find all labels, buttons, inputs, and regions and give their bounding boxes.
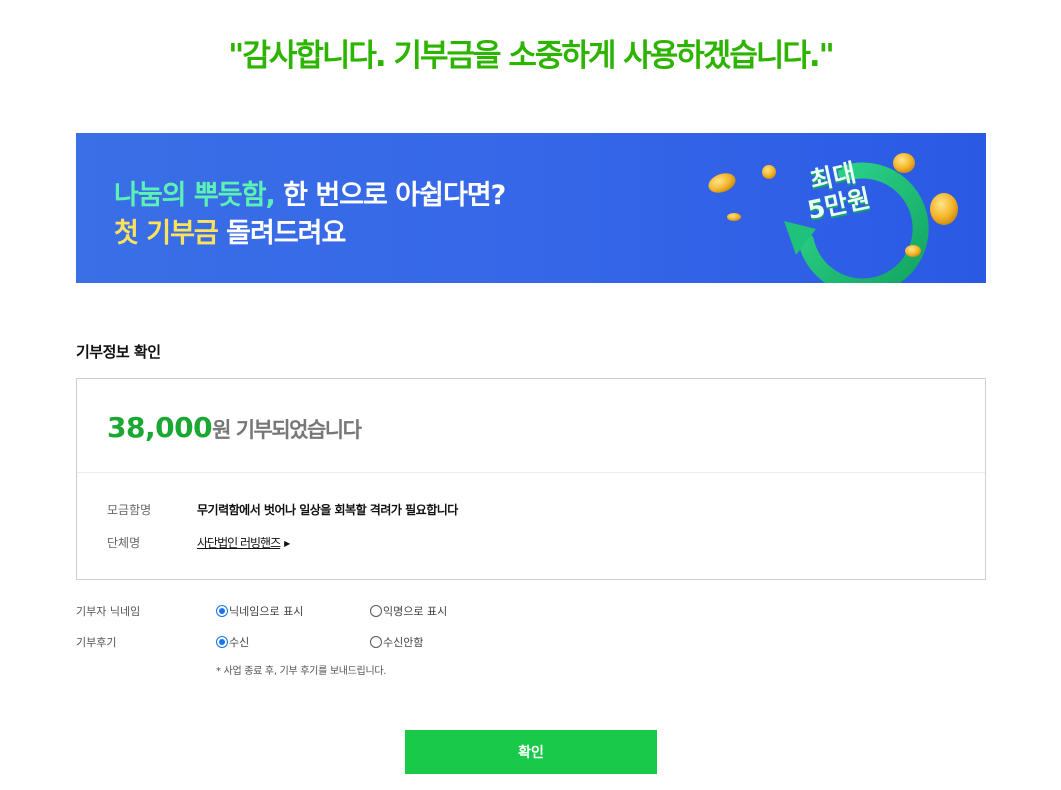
donation-amount-suffix: 원 기부되었습니다 [212,418,362,442]
review-decline-label: 수신안함 [383,636,424,649]
banner-headline-highlight: 나눔의 뿌듯함, [114,180,276,211]
donation-amount: 38,000 [107,411,213,444]
fundraising-value: 무기력함에서 벗어나 일상을 회복할 격려가 필요합니다 [197,503,458,517]
anonymous-display-radio[interactable] [370,605,382,617]
info-divider [77,472,985,473]
nickname-label: 기부자 닉네임 [76,605,141,618]
organization-link[interactable]: 사단법인 러빙핸즈 [197,536,281,550]
review-decline-option[interactable]: 수신안함 [370,634,423,650]
organization-label: 단체명 [107,536,141,550]
donation-amount-row: 38,000원 기부되었습니다 [107,411,362,444]
confirm-button[interactable]: 확인 [405,730,657,774]
donation-info-box: 38,000원 기부되었습니다 모금함명 무기력함에서 벗어나 일상을 회복할 격… [76,378,986,580]
banner-headline: 나눔의 뿌듯함, 한 번으로 아쉽다면? [114,173,506,212]
anonymous-display-label: 익명으로 표시 [383,605,448,618]
review-receive-option[interactable]: 수신 [216,634,249,650]
banner-subline-highlight: 첫 기부금 [114,218,219,249]
thanks-message: "감사합니다. 기부금을 소중하게 사용하겠습니다." [228,38,835,74]
anonymous-display-option[interactable]: 익명으로 표시 [370,603,447,619]
fundraising-label: 모금함명 [107,503,152,517]
arrow-right-icon: ▶ [284,539,291,548]
review-note: * 사업 종료 후, 기부 후기를 보내드립니다. [216,666,387,677]
review-label: 기부후기 [76,636,117,649]
nickname-display-option[interactable]: 닉네임으로 표시 [216,603,303,619]
nickname-display-label: 닉네임으로 표시 [229,605,304,618]
fundraising-row: 모금함명 무기력함에서 벗어나 일상을 회복할 격려가 필요합니다 [107,501,458,518]
banner-headline-rest: 한 번으로 아쉽다면? [274,180,506,211]
banner-subline-rest: 돌려드려요 [217,218,346,249]
organization-row: 단체명 사단법인 러빙핸즈 ▶ [107,534,290,551]
review-receive-radio[interactable] [216,636,228,648]
nickname-display-radio[interactable] [216,605,228,617]
first-donation-banner[interactable]: 나눔의 뿌듯함, 한 번으로 아쉽다면? 첫 기부금 돌려드려요 최대 5만원 [76,133,986,283]
section-title: 기부정보 확인 [76,343,161,361]
review-decline-radio[interactable] [370,636,382,648]
review-receive-label: 수신 [229,636,250,649]
banner-subline: 첫 기부금 돌려드려요 [114,211,346,250]
